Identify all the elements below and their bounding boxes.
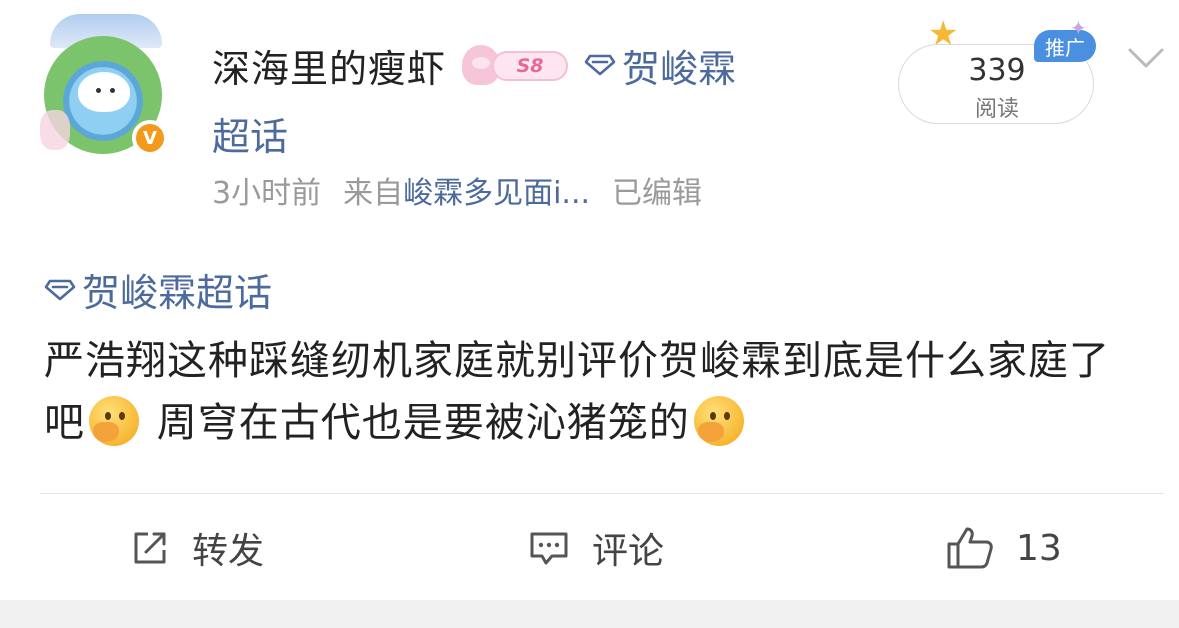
face-with-hand-over-mouth-icon xyxy=(693,396,744,446)
topic-link-inline-label: 贺峻霖 xyxy=(622,46,737,91)
card-separator-band xyxy=(0,600,1179,628)
sparkle-decoration-icon: ✦ xyxy=(1070,16,1087,40)
post-text: 严浩翔这种踩缝纫机家庭就别评价贺峻霖到底是什么家庭了吧 周穹在古代也是要被沁猪笼… xyxy=(44,330,1144,454)
comment-icon xyxy=(530,532,568,565)
member-level-label: S8 xyxy=(492,51,569,81)
repost-button[interactable]: 转发 xyxy=(130,520,264,576)
face-with-hand-over-mouth-icon xyxy=(89,396,139,446)
verified-badge-icon: V xyxy=(132,120,168,156)
thumbs-up-icon xyxy=(947,527,993,569)
post-time: 3小时前 xyxy=(212,176,322,211)
comment-button[interactable]: 评论 xyxy=(528,520,664,576)
username[interactable]: 深海里的瘦虾 xyxy=(212,38,446,93)
post-source-link[interactable]: 峻霖多见面i... xyxy=(403,168,590,212)
topic-link-inline[interactable]: 贺峻霖 xyxy=(584,38,736,93)
topic-tag-link[interactable]: 贺峻霖超话 xyxy=(44,262,272,317)
source-prefix: 来自 xyxy=(343,176,404,211)
post-text-part2: 周穹在古代也是要被沁猪笼的 xyxy=(156,400,690,446)
like-button[interactable]: 13 xyxy=(946,520,1062,576)
repost-label: 转发 xyxy=(192,531,265,572)
member-level-badge[interactable]: S8 xyxy=(462,45,570,85)
topic-tag-label: 贺峻霖超话 xyxy=(82,271,273,315)
comment-label: 评论 xyxy=(592,531,665,572)
post-meta: 3小时前 来自 峻霖多见面i... 已编辑 xyxy=(212,168,702,212)
topic-link-inline-continued[interactable]: 超话 xyxy=(212,106,288,161)
diamond-icon xyxy=(44,279,76,300)
edited-label[interactable]: 已编辑 xyxy=(612,168,702,212)
avatar-decoration-character xyxy=(40,110,70,150)
chevron-down-icon[interactable] xyxy=(1126,44,1166,74)
divider xyxy=(40,493,1164,494)
like-count: 13 xyxy=(1016,527,1062,569)
avatar[interactable]: V xyxy=(40,14,172,156)
diamond-icon xyxy=(584,54,616,76)
user-name-line: 深海里的瘦虾 S8 贺峻霖 xyxy=(212,38,736,93)
read-count-label: 阅读 xyxy=(974,97,1019,122)
repost-icon xyxy=(134,532,166,564)
weibo-post-card: V 深海里的瘦虾 S8 贺峻霖 超话 3小时前 来自 峻霖多见面i... 已编辑… xyxy=(0,0,1179,600)
